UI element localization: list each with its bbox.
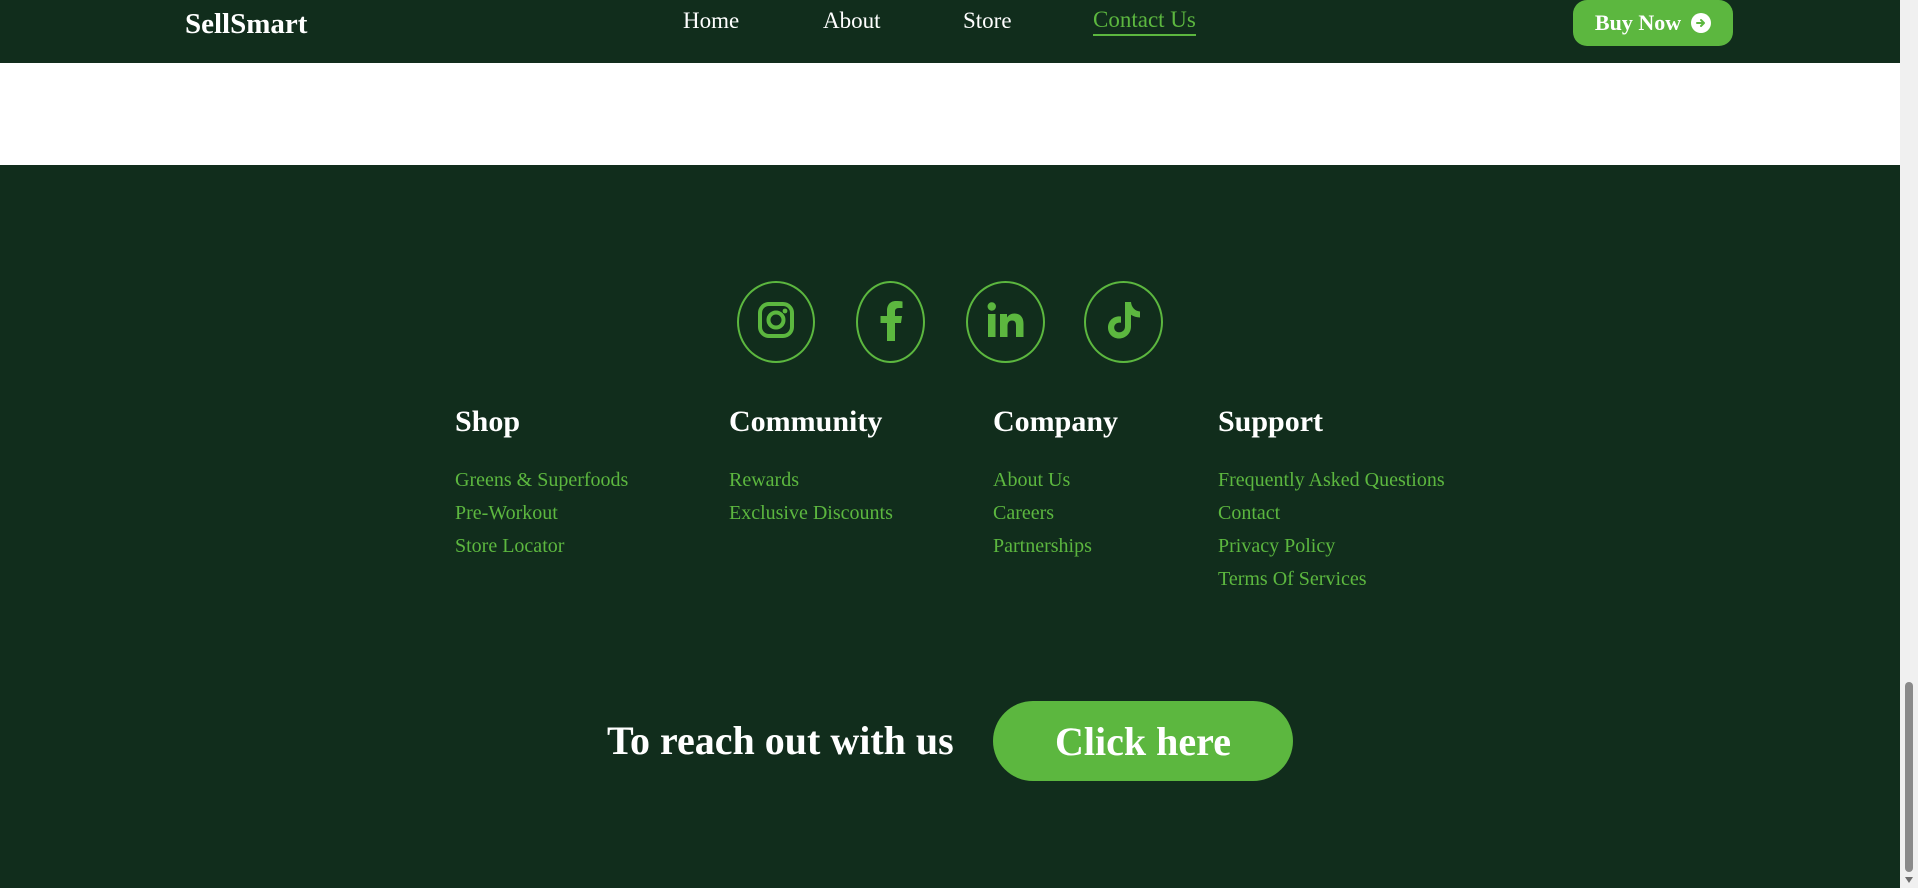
cta-text: To reach out with us [607, 718, 954, 763]
tiktok-link[interactable] [1084, 281, 1163, 363]
instagram-icon [757, 301, 795, 344]
footer-link-exclusive-discounts[interactable]: Exclusive Discounts [729, 500, 893, 526]
footer-title-shop: Shop [455, 405, 521, 438]
click-here-label: Click here [1055, 718, 1231, 764]
nav-home[interactable]: Home [683, 6, 739, 36]
footer-link-faq[interactable]: Frequently Asked Questions [1218, 467, 1445, 493]
arrow-right-icon [1691, 13, 1712, 33]
footer-link-pre-workout[interactable]: Pre-Workout [455, 500, 558, 526]
linkedin-link[interactable] [966, 281, 1045, 363]
facebook-icon [876, 299, 906, 346]
scrollbar-thumb[interactable] [1905, 682, 1913, 872]
click-here-button[interactable]: Click here [993, 701, 1293, 781]
page: SellSmart Home About Store Contact Us Bu… [0, 0, 1918, 888]
content-band [0, 63, 1900, 165]
footer-title-company: Company [993, 405, 1119, 438]
footer-link-privacy-policy[interactable]: Privacy Policy [1218, 533, 1335, 559]
footer-link-greens-superfoods[interactable]: Greens & Superfoods [455, 467, 628, 493]
scroll-down-arrow-icon[interactable] [1905, 877, 1913, 883]
buy-now-button[interactable]: Buy Now [1573, 0, 1733, 46]
footer-link-careers[interactable]: Careers [993, 500, 1054, 526]
nav-contact-us[interactable]: Contact Us [1093, 6, 1196, 36]
instagram-link[interactable] [737, 281, 815, 363]
footer-link-rewards[interactable]: Rewards [729, 467, 799, 493]
footer-title-support: Support [1218, 405, 1324, 438]
footer-link-store-locator[interactable]: Store Locator [455, 533, 564, 559]
logo[interactable]: SellSmart [185, 6, 307, 42]
facebook-link[interactable] [856, 281, 925, 363]
nav-about[interactable]: About [823, 6, 881, 36]
buy-now-label: Buy Now [1594, 10, 1682, 35]
linkedin-icon [987, 301, 1025, 344]
tiktok-icon [1106, 300, 1142, 345]
footer-link-about-us[interactable]: About Us [993, 467, 1070, 493]
footer-link-terms-of-services[interactable]: Terms Of Services [1218, 566, 1367, 592]
footer-link-contact[interactable]: Contact [1218, 500, 1280, 526]
nav-store[interactable]: Store [963, 6, 1012, 36]
footer-title-community: Community [729, 405, 883, 438]
footer-link-partnerships[interactable]: Partnerships [993, 533, 1092, 559]
site-header: SellSmart Home About Store Contact Us Bu… [0, 0, 1900, 63]
